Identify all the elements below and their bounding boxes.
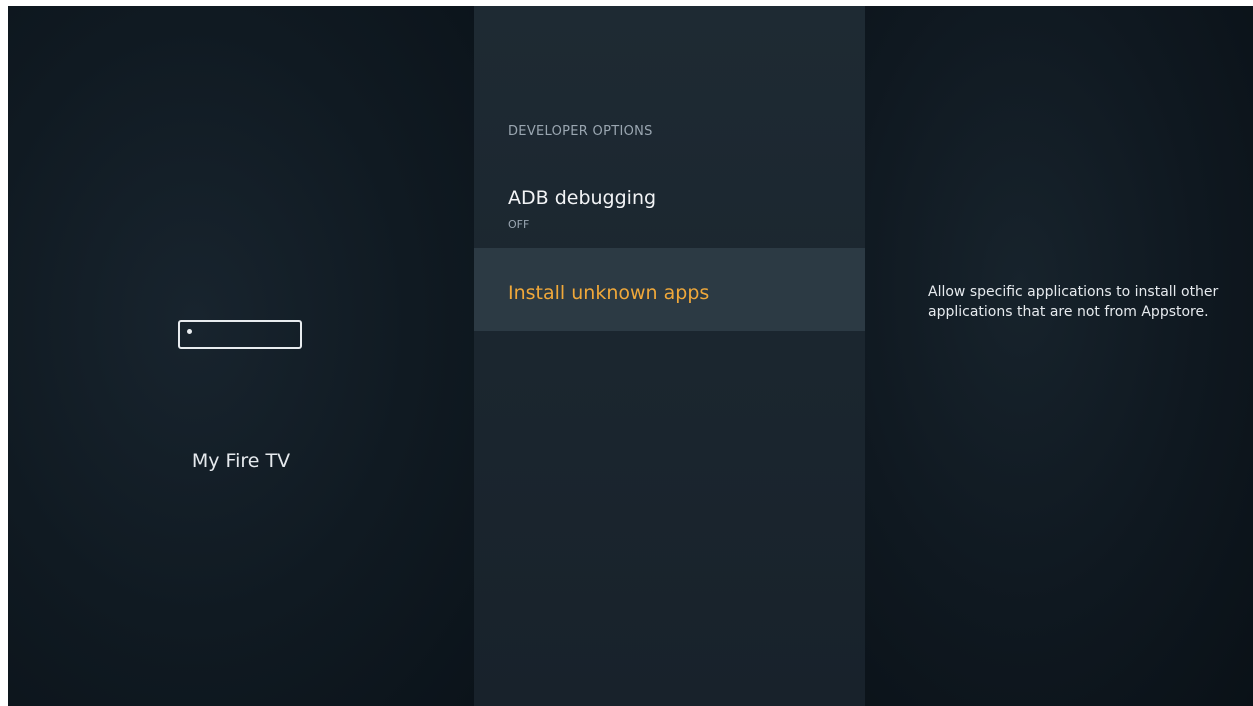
section-title: DEVELOPER OPTIONS [508, 124, 653, 139]
device-name: My Fire TV [191, 450, 291, 472]
menu-item-label: Install unknown apps [508, 282, 710, 304]
item-description: Allow specific applications to install o… [928, 284, 1219, 320]
settings-menu-panel: DEVELOPER OPTIONS ADB debugging OFF Inst… [474, 6, 865, 706]
menu-item-value: OFF [508, 218, 530, 231]
menu-item-adb-debugging[interactable]: ADB debugging OFF [474, 170, 865, 248]
fire-tv-device-icon [178, 320, 302, 349]
menu-item-install-unknown-apps[interactable]: Install unknown apps [474, 248, 865, 331]
fire-tv-settings-screen: My Fire TV DEVELOPER OPTIONS ADB debuggi… [8, 6, 1253, 706]
info-panel: Allow specific applications to install o… [865, 6, 1253, 706]
menu-item-label: ADB debugging [508, 187, 657, 209]
device-panel: My Fire TV [8, 6, 474, 706]
device-led-dot [187, 329, 192, 334]
